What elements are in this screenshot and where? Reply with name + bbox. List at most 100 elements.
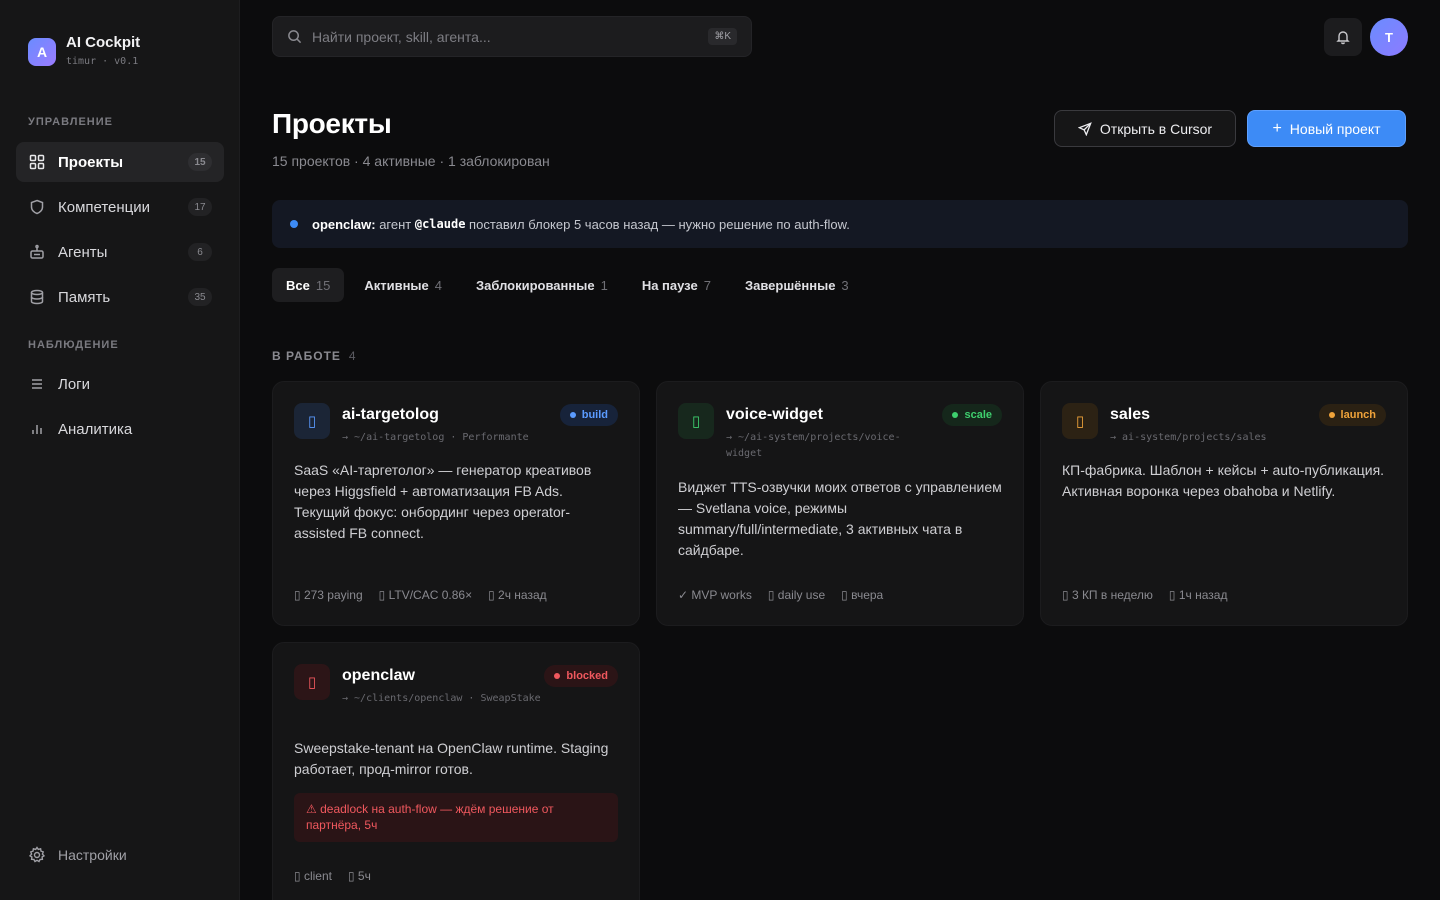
sidebar-item-label: Компетенции [58, 198, 151, 216]
notifications-button[interactable] [1324, 18, 1362, 56]
sidebar-item-logs[interactable]: Логи [16, 364, 224, 404]
section-title-label: В РАБОТЕ [272, 349, 341, 363]
meta-item: ▯ 5ч [347, 869, 371, 883]
blocker-warning: ⚠ deadlock на auth-flow — ждём решение о… [294, 793, 618, 842]
settings-label: Настройки [58, 847, 127, 863]
tab-label: Активные [364, 277, 429, 293]
meta-item: ▯ вчера [841, 588, 884, 602]
project-path: → ~/clients/openclaw · SweapStake [342, 693, 541, 704]
project-card-sales[interactable]: ▯ sales → ai-system/projects/sales launc… [1040, 381, 1408, 626]
tab-paused[interactable]: На паузе 7 [628, 268, 725, 302]
tab-completed[interactable]: Завершённые 3 [731, 268, 863, 302]
project-card-voice-widget[interactable]: ▯ voice-widget → ~/ai-system/projects/vo… [656, 381, 1024, 626]
project-name: voice-widget [726, 406, 823, 423]
tab-blocked[interactable]: Заблокированные 1 [462, 268, 622, 302]
badge-dot-icon [554, 673, 561, 679]
sidebar-item-projects[interactable]: Проекты 15 [16, 142, 224, 182]
settings-link[interactable]: Настройки [28, 846, 127, 864]
tab-all[interactable]: Все 15 [272, 268, 345, 302]
filter-tabs: Все 15 Активные 4 Заблокированные 1 На п… [272, 268, 869, 302]
sidebar-item-label: Аналитика [58, 420, 133, 438]
brand-logo: A [28, 37, 56, 66]
bar-chart-icon [28, 420, 46, 438]
nav-section-observe: НАБЛЮДЕНИЕ [28, 339, 119, 351]
project-icon: ▯ [1062, 403, 1098, 439]
project-description: Виджет TTS-озвучки моих ответов с управл… [678, 479, 1002, 558]
project-meta: ✓ MVP works ▯ daily use ▯ вчера [678, 588, 899, 602]
project-meta: ▯ 273 paying ▯ LTV/CAC 0.86× ▯ 2ч назад [294, 588, 563, 602]
meta-item: ▯ client [294, 869, 332, 883]
sidebar-item-count: 17 [188, 198, 212, 216]
tab-label: Завершённые [744, 277, 836, 293]
blocker-alert[interactable]: openclaw: агент @claude поставил блокер … [272, 200, 1408, 248]
tab-count: 7 [703, 277, 711, 293]
project-name: sales [1110, 406, 1151, 423]
meta-item: ▯ 273 paying [294, 588, 363, 602]
sidebar-item-analytics[interactable]: Аналитика [16, 409, 224, 449]
tab-label: Все [286, 277, 310, 293]
alert-text-before: агент [375, 216, 415, 232]
brand-subtitle: timur · v0.1 [66, 56, 139, 67]
new-project-label: Новый проект [1289, 120, 1381, 137]
section-count: 4 [348, 349, 357, 363]
alert-dot-icon [290, 220, 298, 228]
open-in-cursor-label: Открыть в Cursor [1099, 120, 1213, 137]
project-card-openclaw[interactable]: ▯ openclaw → ~/clients/openclaw · SweapS… [272, 642, 640, 900]
project-name: ai-targetolog [342, 406, 439, 423]
status-badge-label: blocked [566, 670, 608, 682]
search-icon [287, 29, 302, 44]
brand-title: AI Cockpit [66, 34, 141, 51]
project-description: Sweepstake-tenant на OpenClaw runtime. S… [294, 740, 609, 777]
plus-icon: + [1272, 119, 1282, 137]
badge-dot-icon [569, 412, 576, 418]
tab-count: 3 [841, 277, 849, 293]
sidebar-item-memory[interactable]: Память 35 [16, 277, 224, 317]
grid-icon [28, 153, 46, 171]
page-subtitle: 15 проектов · 4 активные · 1 заблокирова… [272, 153, 550, 169]
project-path: → ~/ai-targetolog · Performante [342, 432, 529, 443]
status-badge-label: scale [964, 409, 992, 421]
search-input[interactable]: Найти проект, skill, агента... ⌘K [272, 16, 752, 57]
open-in-cursor-button[interactable]: Открыть в Cursor [1054, 110, 1236, 147]
alert-text-after: поставил блокер 5 часов назад — нужно ре… [465, 216, 850, 232]
project-icon: ▯ [294, 664, 330, 700]
project-card-ai-targetolog[interactable]: ▯ ai-targetolog → ~/ai-targetolog · Perf… [272, 381, 640, 626]
tab-count: 4 [434, 277, 442, 293]
status-badge: scale [942, 404, 1002, 426]
shield-icon [28, 198, 46, 216]
tab-count: 15 [315, 277, 331, 293]
gear-icon [28, 846, 46, 864]
meta-item: ▯ 2ч назад [488, 588, 547, 602]
sidebar-item-competencies[interactable]: Компетенции 17 [16, 187, 224, 227]
project-icon: ▯ [294, 403, 330, 439]
project-path: → ai-system/projects/sales [1110, 432, 1267, 443]
project-path: → ~/ai-system/projects/voice-widget [726, 432, 901, 459]
database-icon [28, 288, 46, 306]
sidebar-item-agents[interactable]: Агенты 6 [16, 232, 224, 272]
tab-active[interactable]: Активные 4 [350, 268, 456, 302]
sidebar-item-count: 15 [188, 153, 212, 171]
meta-item: ▯ 3 КП в неделю [1062, 588, 1153, 602]
sidebar: A AI Cockpit timur · v0.1 УПРАВЛЕНИЕ Про… [0, 0, 240, 900]
meta-item: ▯ daily use [767, 588, 826, 602]
tab-label: На паузе [641, 277, 698, 293]
meta-item: ▯ 1ч назад [1168, 588, 1228, 602]
sidebar-item-label: Проекты [58, 153, 124, 171]
meta-item: ✓ MVP works [678, 588, 752, 602]
avatar[interactable]: T [1370, 18, 1408, 56]
sidebar-item-count: 6 [188, 243, 212, 261]
alert-agent: @claude [414, 217, 466, 231]
brand[interactable]: A AI Cockpit timur · v0.1 [28, 34, 140, 69]
page-title: Проекты [272, 108, 392, 139]
search-placeholder: Найти проект, skill, агента... [312, 28, 491, 45]
new-project-button[interactable]: + Новый проект [1247, 110, 1406, 147]
tab-label: Заблокированные [476, 277, 595, 293]
sidebar-item-label: Память [58, 288, 111, 306]
badge-dot-icon [1328, 412, 1335, 418]
alert-project: openclaw: [312, 216, 376, 232]
send-icon [1077, 121, 1092, 136]
project-description: SaaS «AI-таргетолог» — генератор креатив… [294, 462, 592, 541]
badge-dot-icon [952, 412, 959, 418]
status-badge-label: launch [1340, 409, 1376, 421]
status-badge: build [559, 404, 618, 426]
